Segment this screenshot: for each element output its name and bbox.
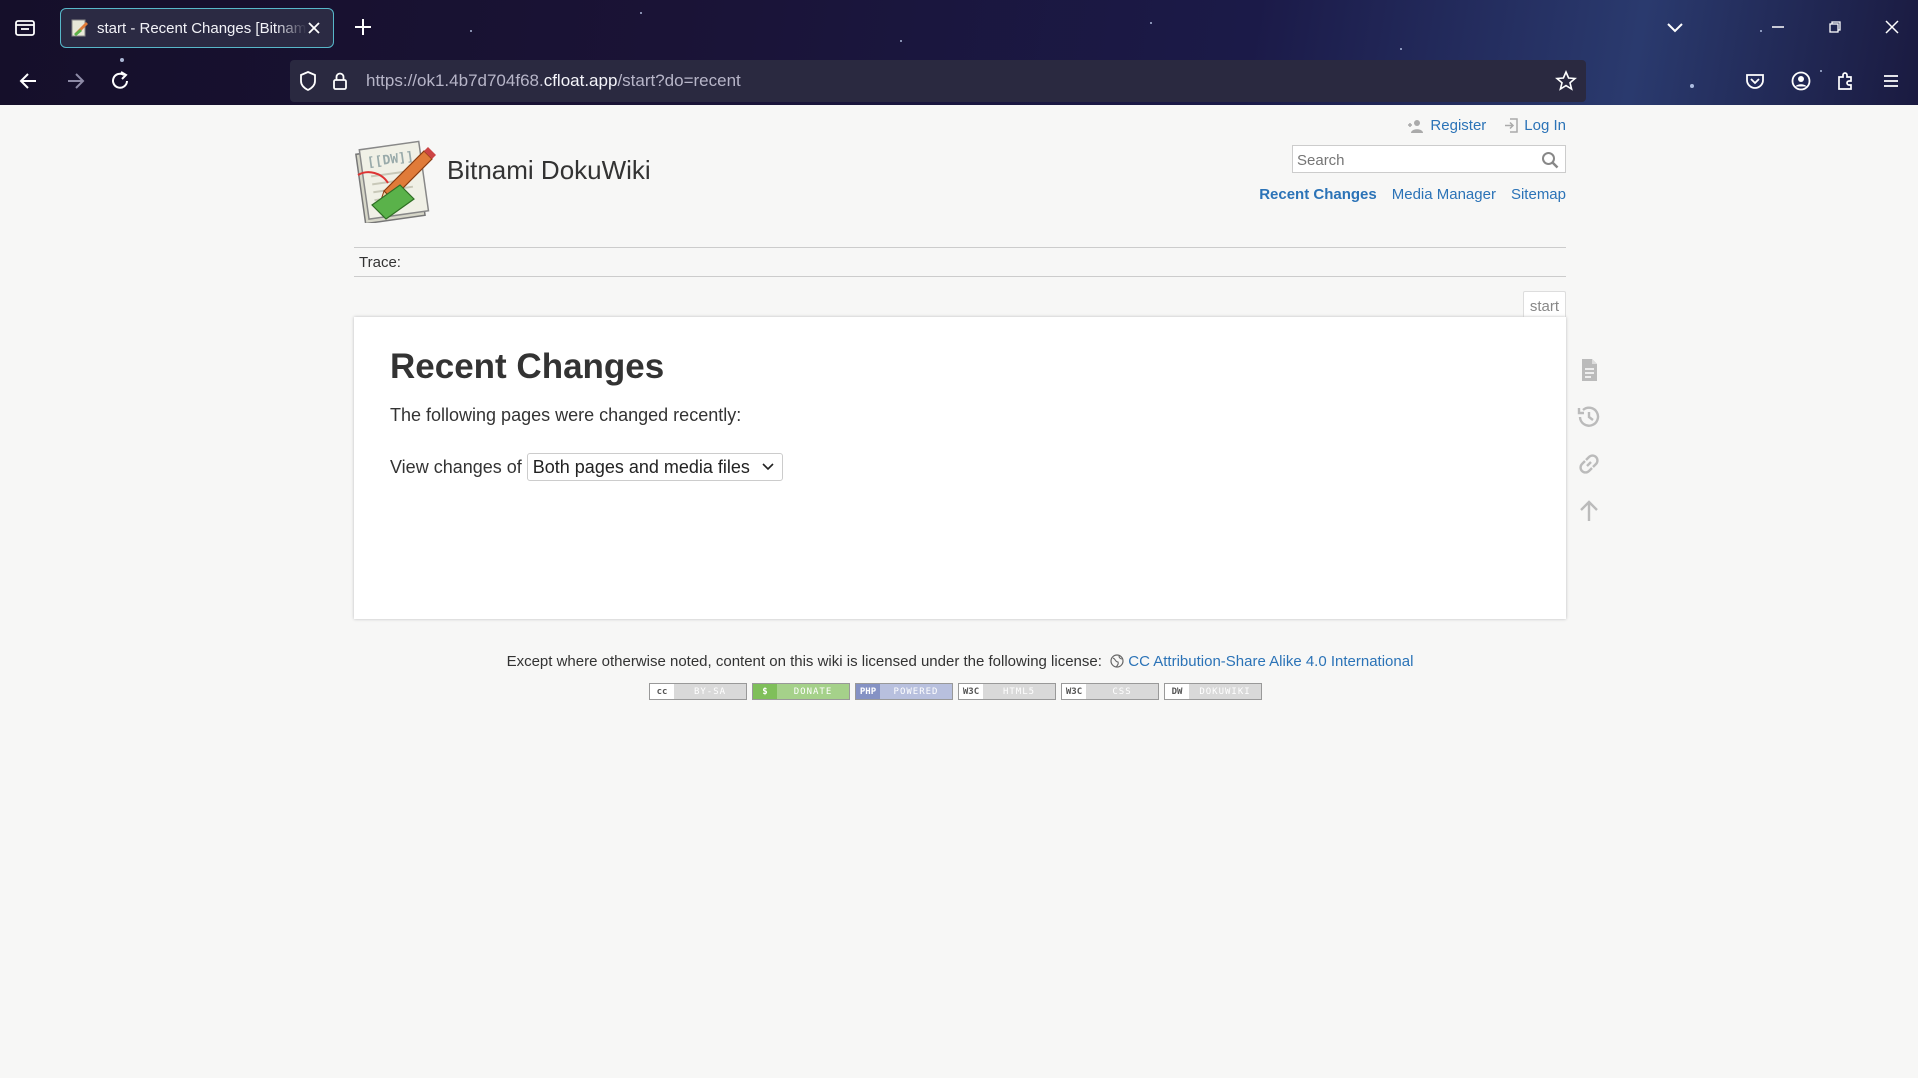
restore-icon[interactable] [1822,14,1848,40]
badge-icon: $ [753,684,777,699]
sitemap-link[interactable]: Sitemap [1511,186,1566,203]
trace-label: Trace: [359,254,401,271]
tracking-protection-shield-icon[interactable] [296,69,320,93]
badge-icon: W3C [1062,684,1086,699]
footer-license: Except where otherwise noted, content on… [354,653,1566,670]
media-manager-link[interactable]: Media Manager [1392,186,1496,203]
tab-title: start - Recent Changes [Bitnami DokuWiki… [97,19,307,37]
view-changes-label: View changes of [390,456,522,477]
intro-text: The following pages were changed recentl… [390,405,742,425]
dokuwiki-logo[interactable]: [[DW]] [354,139,438,223]
extensions-icon[interactable] [1833,68,1859,94]
url-path: /start?do=recent [617,71,741,90]
back-to-top-icon[interactable] [1574,496,1604,526]
url-prefix: https://ok1.4b7d704f68. [366,71,544,90]
w3c-html5-badge[interactable]: W3C HTML5 [958,683,1056,700]
globe-icon [1110,654,1124,668]
lock-icon[interactable] [328,69,352,93]
login-label: Log In [1524,117,1566,134]
url-host: cfloat.app [543,71,618,90]
badge-icon: cc [650,684,674,699]
badge-icon: DW [1165,684,1189,699]
pocket-icon[interactable] [1742,68,1768,94]
license-text: Except where otherwise noted, content on… [506,653,1102,670]
footer-badges: cc BY-SA $ DONATE PHP POWERED W3C HTML5 W3C C… [649,683,1262,700]
search-input[interactable] [1295,147,1529,173]
navigation-toolbar: https://ok1.4b7d704f68.cfloat.app/start?… [0,58,1918,104]
breadcrumbs: Trace: [354,247,1566,277]
page-id-label: start [1529,298,1559,315]
user-tools: Register Log In [1407,117,1566,134]
menu-icon[interactable] [1878,68,1904,94]
donate-badge[interactable]: $ DONATE [752,683,850,700]
forward-icon[interactable] [62,68,88,94]
register-label: Register [1430,117,1487,134]
page-id[interactable]: start [1522,291,1566,319]
bookmark-star-icon[interactable] [1554,69,1578,93]
license-link[interactable]: CC Attribution-Share Alike 4.0 Internati… [1128,653,1413,670]
view-changes-select[interactable]: Both pages and media files [526,453,783,481]
tab-strip: start - Recent Changes [Bitnami DokuWiki… [0,0,1918,54]
dokuwiki-badge[interactable]: DW DOKUWIKI [1164,683,1262,700]
web-page: Register Log In [[DW]] Bitnami DokuWiki [0,105,1918,1078]
new-tab-icon[interactable] [350,14,376,40]
account-icon[interactable] [1788,68,1814,94]
badge-label: CSS [1112,686,1132,697]
login-icon [1505,118,1519,133]
search-form [1292,145,1566,173]
close-tab-icon[interactable] [305,19,323,37]
w3c-css-badge[interactable]: W3C CSS [1061,683,1159,700]
minimize-icon[interactable] [1765,14,1791,40]
badge-label: BY-SA [693,686,727,697]
view-changes-row: View changes of Both pages and media fil… [390,453,783,481]
chevron-down-icon [762,463,774,471]
badge-icon: PHP [856,684,880,699]
page-content: Recent Changes The following pages were … [354,317,1566,619]
cc-by-sa-badge[interactable]: cc BY-SA [649,683,747,700]
dokuwiki-favicon-icon [71,19,88,37]
tab-list-icon[interactable] [12,14,38,40]
url-text[interactable]: https://ok1.4b7d704f68.cfloat.app/start?… [366,71,741,91]
register-link[interactable]: Register [1407,117,1486,134]
badge-icon: W3C [959,684,983,699]
backlinks-icon[interactable] [1574,449,1604,479]
active-tab[interactable]: start - Recent Changes [Bitnami DokuWiki… [60,8,334,48]
old-revisions-icon[interactable] [1574,402,1604,432]
badge-label: DOKUWIKI [1199,686,1251,697]
add-user-icon [1408,119,1424,133]
browser-chrome: start - Recent Changes [Bitnami DokuWiki… [0,0,1918,105]
search-icon[interactable] [1541,151,1559,169]
list-all-tabs-icon[interactable] [1662,14,1688,40]
site-tools: Recent Changes Media Manager Sitemap [1259,186,1566,203]
page-title: Recent Changes [390,347,665,386]
address-bar[interactable]: https://ok1.4b7d704f68.cfloat.app/start?… [290,60,1586,102]
close-window-icon[interactable] [1879,14,1905,40]
badge-label: DONATE [793,686,833,697]
back-icon[interactable] [16,68,42,94]
site-title[interactable]: Bitnami DokuWiki [447,155,651,186]
reload-icon[interactable] [107,68,133,94]
show-page-icon[interactable] [1574,355,1604,385]
badge-label: HTML5 [1002,686,1036,697]
login-link[interactable]: Log In [1504,117,1566,134]
php-powered-badge[interactable]: PHP POWERED [855,683,953,700]
badge-label: POWERED [893,686,939,697]
recent-changes-link[interactable]: Recent Changes [1259,186,1377,203]
view-changes-selected: Both pages and media files [532,456,750,477]
